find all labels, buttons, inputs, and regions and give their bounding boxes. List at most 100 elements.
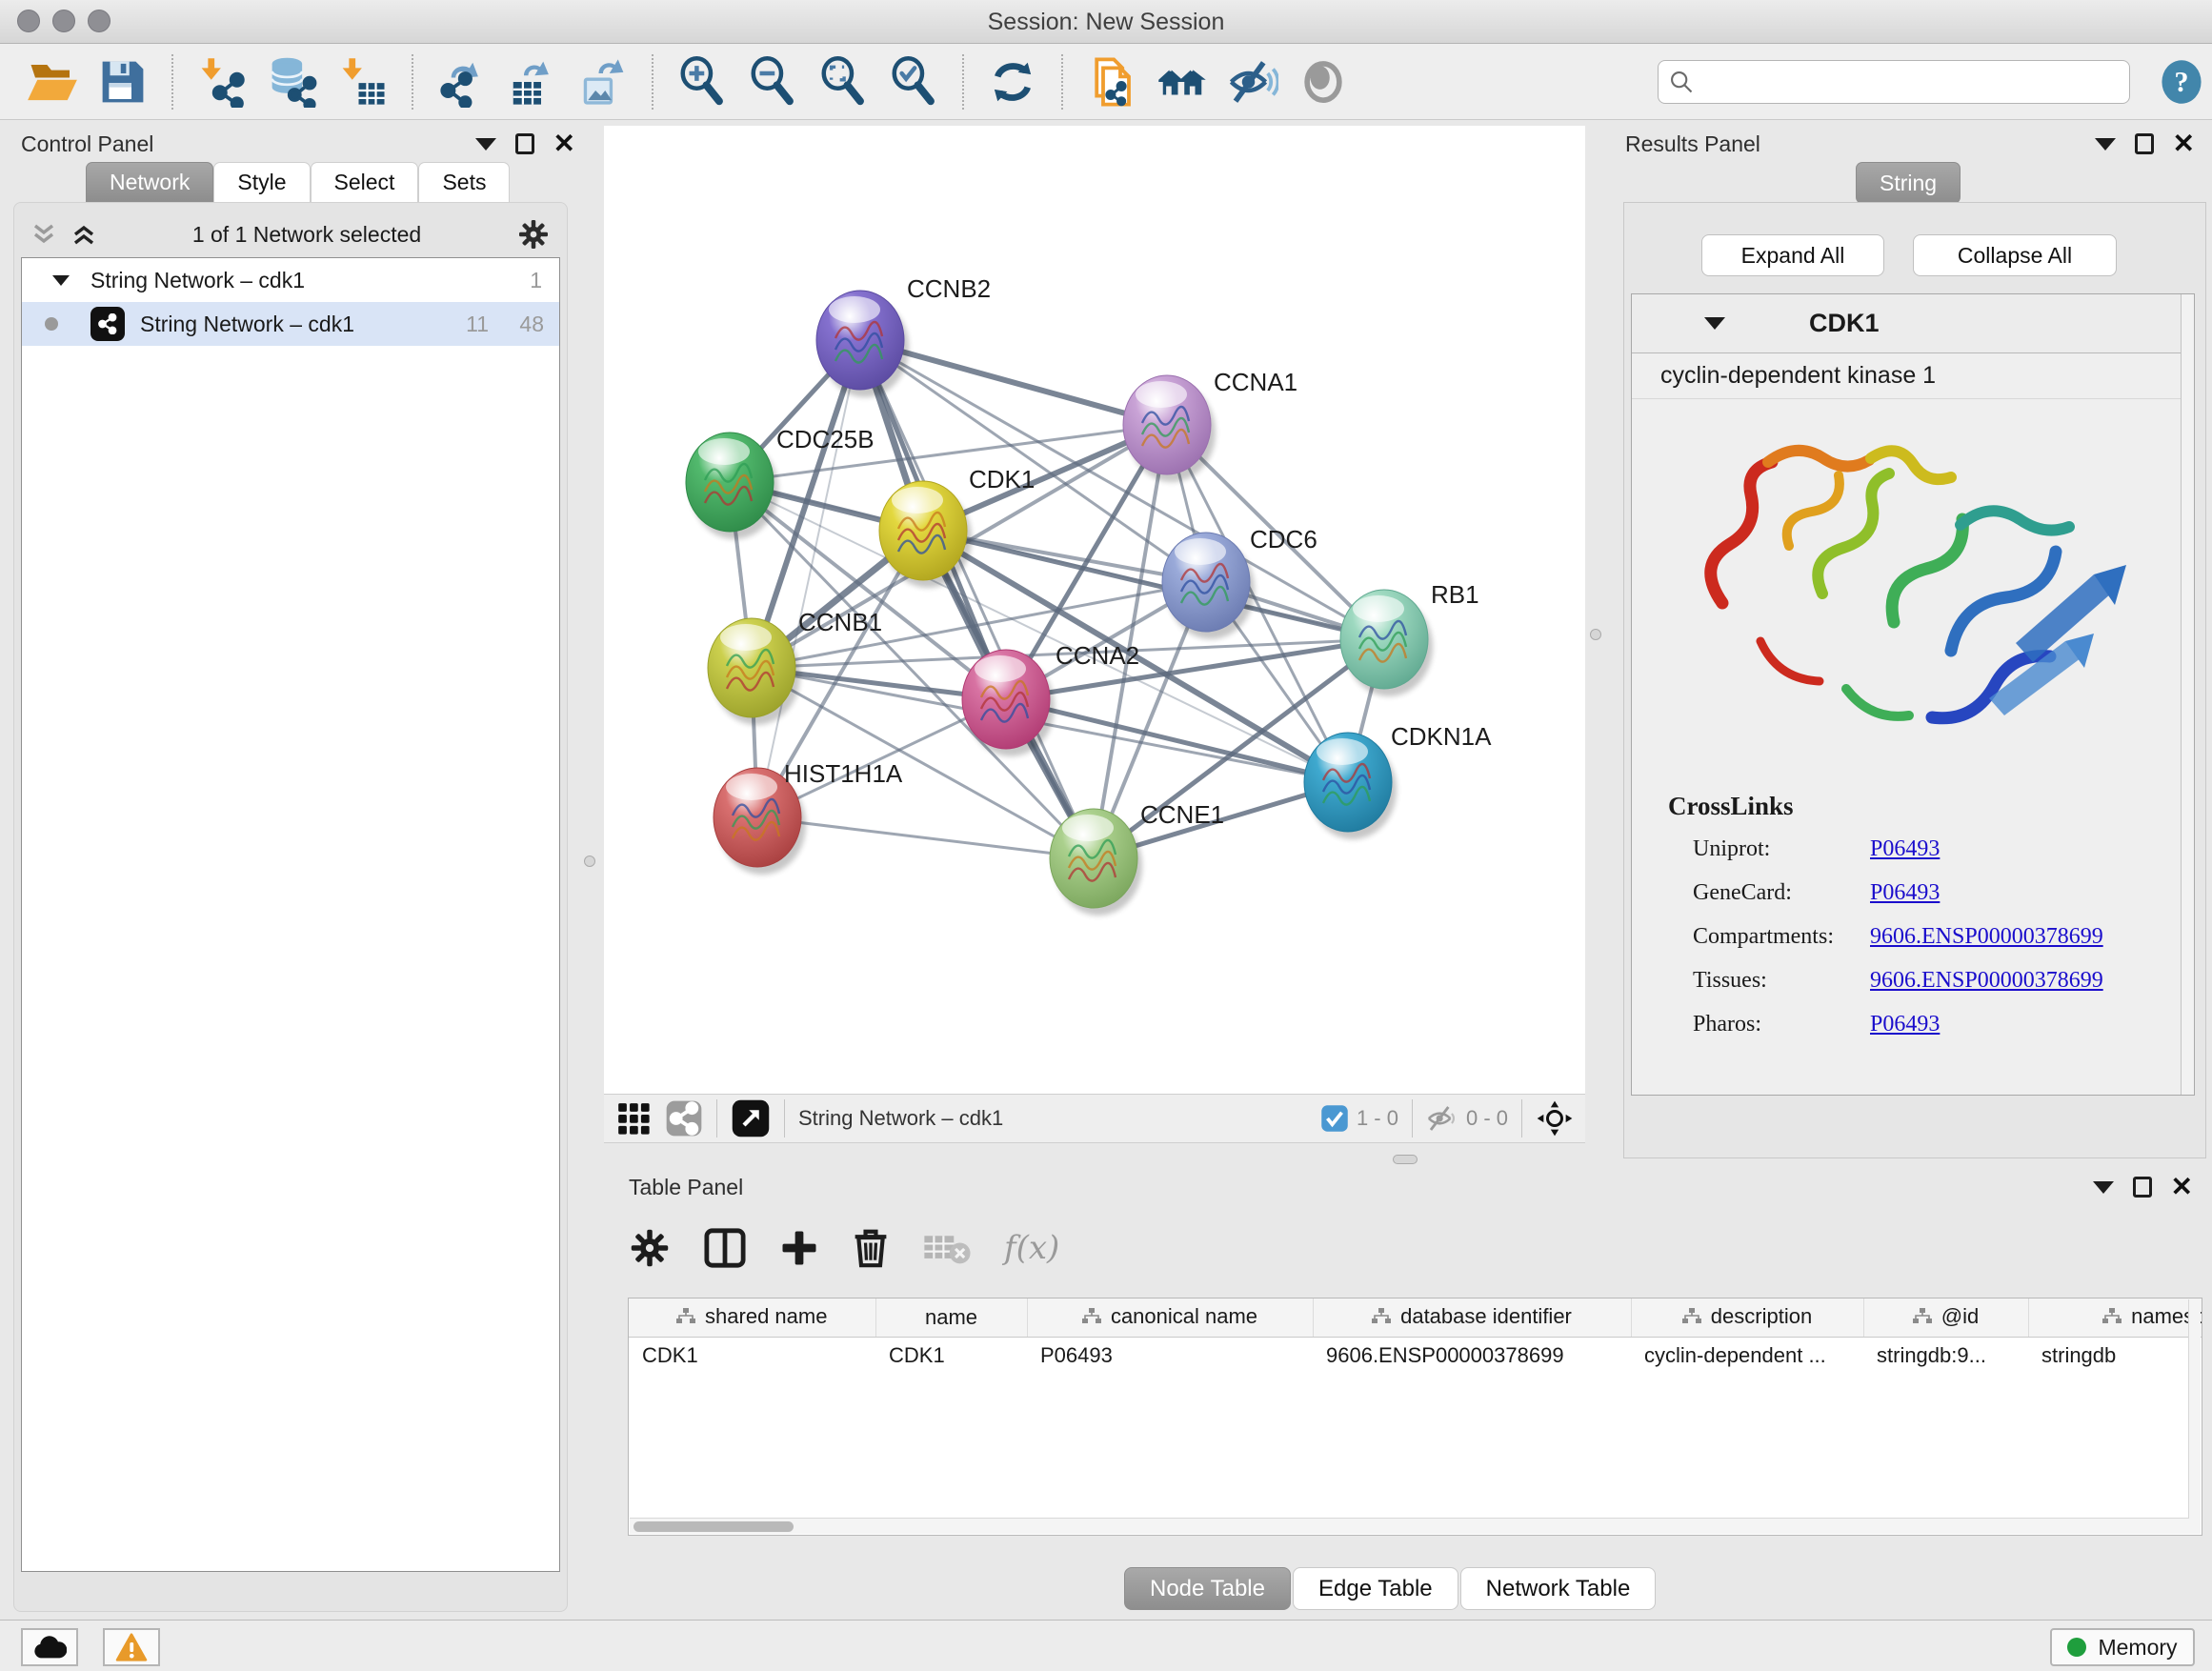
network-node-CDK1[interactable]: CDK1	[879, 465, 1035, 588]
collection-expand-icon[interactable]	[52, 275, 70, 286]
zoom-in-button[interactable]	[673, 51, 732, 112]
table-header-row[interactable]: shared name name canonical name database…	[629, 1299, 2202, 1337]
col-shared-name[interactable]: shared name	[629, 1299, 875, 1337]
results-panel-float-icon[interactable]	[2095, 138, 2116, 151]
cell-shared-name[interactable]: CDK1	[629, 1337, 875, 1375]
tab-style[interactable]: Style	[213, 162, 310, 202]
hide-selected-button[interactable]	[1223, 51, 1282, 112]
cloud-status-button[interactable]	[21, 1628, 78, 1666]
results-scrollbar[interactable]	[2181, 294, 2194, 1095]
crosslink-compartments-link[interactable]: 9606.ENSP00000378699	[1870, 924, 2103, 950]
copy-network-button[interactable]	[1082, 51, 1141, 112]
apply-layout-button[interactable]	[983, 51, 1042, 112]
zoom-selected-button[interactable]	[884, 51, 943, 112]
collapse-all-networks-icon[interactable]	[30, 222, 57, 247]
export-table-button[interactable]	[503, 51, 562, 112]
table-scrollbar-thumb[interactable]	[633, 1521, 794, 1532]
network-node-CDKN1A[interactable]: CDKN1A	[1304, 722, 1492, 839]
expand-all-networks-icon[interactable]	[70, 222, 97, 247]
col-id[interactable]: @id	[1863, 1299, 2028, 1337]
node-table[interactable]: shared name name canonical name database…	[628, 1298, 2202, 1536]
export-network-button[interactable]	[432, 51, 492, 112]
birds-eye-icon[interactable]	[1536, 1099, 1574, 1137]
import-network-database-button[interactable]	[263, 51, 322, 112]
tab-node-table[interactable]: Node Table	[1124, 1567, 1291, 1610]
network-node-CCNE1[interactable]: CCNE1	[1050, 800, 1224, 916]
network-node-CCNB1[interactable]: CCNB1	[708, 608, 882, 725]
crosslink-genecard-link[interactable]: P06493	[1870, 880, 1940, 906]
detach-view-icon[interactable]	[731, 1098, 771, 1138]
zoom-fit-button[interactable]	[814, 51, 873, 112]
selected-checkbox-icon[interactable]	[1320, 1104, 1349, 1133]
import-network-file-button[interactable]	[192, 51, 251, 112]
results-panel-maximize-icon[interactable]	[2135, 133, 2154, 154]
cell-database-identifier[interactable]: 9606.ENSP00000378699	[1313, 1337, 1631, 1375]
create-column-icon[interactable]	[779, 1228, 819, 1268]
right-splitter-handle[interactable]	[1590, 629, 1601, 640]
tab-edge-table[interactable]: Edge Table	[1293, 1567, 1458, 1610]
global-search-input[interactable]	[1695, 70, 2104, 94]
network-canvas-svg[interactable]: CCNB2CCNA1CDC25BCDK1CDC6RB1CCNB1CCNA2CDK…	[604, 126, 1585, 1094]
tab-select[interactable]: Select	[311, 162, 419, 202]
function-builder-icon[interactable]: f(x)	[1004, 1229, 1059, 1267]
table-panel-float-icon[interactable]	[2093, 1181, 2114, 1194]
import-table-button[interactable]	[333, 51, 392, 112]
control-panel-float-icon[interactable]	[475, 138, 496, 151]
table-options-gear-icon[interactable]	[629, 1227, 671, 1269]
cell-description[interactable]: cyclin-dependent ...	[1631, 1337, 1863, 1375]
open-session-button[interactable]	[23, 51, 82, 112]
network-node-CDC6[interactable]: CDC6	[1162, 525, 1317, 639]
network-row[interactable]: String Network – cdk1 11 48	[22, 302, 559, 346]
show-columns-icon[interactable]	[703, 1227, 747, 1269]
results-panel-close-icon[interactable]: ✕	[2173, 133, 2195, 154]
network-node-CCNA1[interactable]: CCNA1	[1123, 368, 1297, 482]
network-options-gear-icon[interactable]	[516, 217, 551, 252]
cell-id[interactable]: stringdb:9...	[1863, 1337, 2028, 1375]
table-panel-maximize-icon[interactable]	[2133, 1177, 2152, 1198]
network-view-canvas[interactable]: CCNB2CCNA1CDC25BCDK1CDC6RB1CCNB1CCNA2CDK…	[604, 126, 1585, 1094]
delete-table-icon[interactable]	[922, 1229, 972, 1267]
cell-namespace[interactable]: stringdb	[2028, 1337, 2202, 1375]
network-node-CCNB2[interactable]: CCNB2	[816, 274, 991, 397]
tab-string[interactable]: String	[1856, 162, 1961, 204]
col-description[interactable]: description	[1631, 1299, 1863, 1337]
table-panel-close-icon[interactable]: ✕	[2171, 1177, 2193, 1198]
control-panel-maximize-icon[interactable]	[515, 133, 534, 154]
tab-network[interactable]: Network	[86, 162, 213, 202]
network-node-HIST1H1A[interactable]: HIST1H1A	[714, 759, 903, 875]
grid-view-icon[interactable]	[615, 1100, 652, 1137]
node-entry-header[interactable]: CDK1	[1632, 294, 2194, 353]
left-splitter-handle[interactable]	[584, 856, 595, 867]
collapse-all-button[interactable]: Collapse All	[1913, 234, 2117, 276]
tab-sets[interactable]: Sets	[418, 162, 510, 202]
show-all-button[interactable]	[1294, 51, 1353, 112]
export-image-button[interactable]	[573, 51, 633, 112]
network-node-RB1[interactable]: RB1	[1340, 580, 1479, 696]
memory-button[interactable]: Memory	[2050, 1628, 2195, 1666]
col-database-identifier[interactable]: database identifier	[1313, 1299, 1631, 1337]
help-button[interactable]: ?	[2157, 51, 2206, 112]
col-name[interactable]: name	[875, 1299, 1027, 1337]
crosslink-uniprot-link[interactable]: P06493	[1870, 836, 1940, 862]
node-entry-expand-icon[interactable]	[1704, 317, 1725, 330]
zoom-out-button[interactable]	[743, 51, 802, 112]
crosslink-tissues-link[interactable]: 9606.ENSP00000378699	[1870, 968, 2103, 994]
save-session-button[interactable]	[93, 51, 152, 112]
hidden-eye-icon[interactable]	[1426, 1104, 1458, 1133]
col-namespace[interactable]: namespace	[2028, 1299, 2202, 1337]
control-panel-close-icon[interactable]: ✕	[553, 133, 575, 154]
table-row[interactable]: CDK1 CDK1 P06493 9606.ENSP00000378699 cy…	[629, 1337, 2202, 1375]
warnings-button[interactable]	[103, 1628, 160, 1666]
table-horizontal-scrollbar[interactable]	[630, 1518, 2201, 1534]
first-neighbors-button[interactable]	[1153, 51, 1212, 112]
table-vertical-scrollbar[interactable]	[2188, 1299, 2201, 1519]
delete-columns-icon[interactable]	[852, 1227, 890, 1269]
crosslink-pharos-link[interactable]: P06493	[1870, 1012, 1940, 1037]
col-canonical-name[interactable]: canonical name	[1027, 1299, 1313, 1337]
network-overview-icon[interactable]	[665, 1099, 703, 1137]
bottom-splitter-handle[interactable]	[1393, 1155, 1418, 1164]
cell-name[interactable]: CDK1	[875, 1337, 1027, 1375]
cell-canonical-name[interactable]: P06493	[1027, 1337, 1313, 1375]
tab-network-table[interactable]: Network Table	[1460, 1567, 1657, 1610]
expand-all-button[interactable]: Expand All	[1701, 234, 1884, 276]
